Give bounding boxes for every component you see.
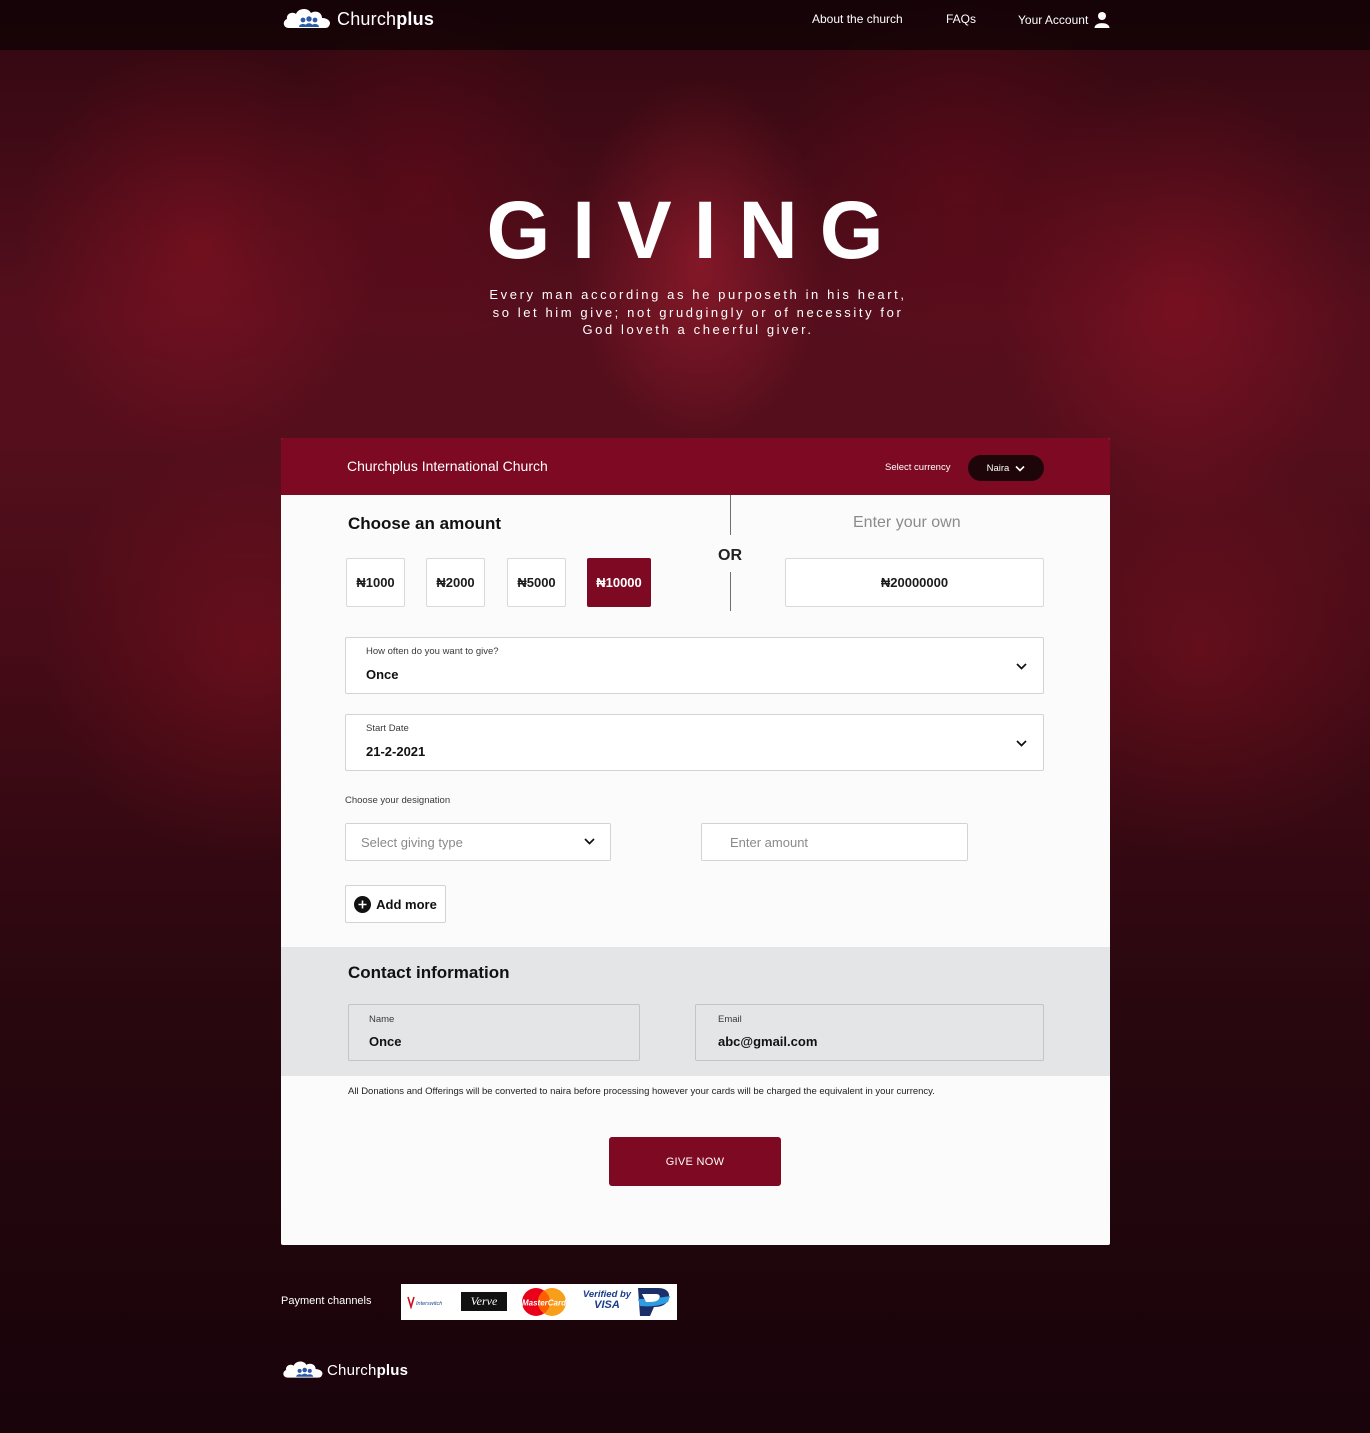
amount-option-2000[interactable]: ₦2000 (426, 558, 485, 607)
amount-placeholder: Enter amount (730, 835, 809, 850)
card-header: Churchplus International Church Select c… (281, 438, 1110, 495)
cloud-people-icon (283, 8, 331, 28)
chevron-down-icon (1016, 663, 1027, 670)
designation-amount-input[interactable]: Enter amount (701, 823, 968, 861)
designation-label: Choose your designation (345, 795, 451, 806)
verve-logo-text: Verve (470, 1294, 498, 1308)
hero-verse: Every man according as he purposeth in h… (470, 286, 926, 339)
frequency-label: How often do you want to give? (366, 646, 499, 657)
svg-text:Interswitch: Interswitch (416, 1301, 442, 1307)
start-date-label: Start Date (366, 723, 409, 734)
name-value: Once (369, 1034, 402, 1049)
currency-conversion-note: All Donations and Offerings will be conv… (348, 1086, 935, 1097)
name-label: Name (369, 1014, 395, 1025)
interswitch-logo: Interswitch (407, 1296, 442, 1309)
churchplus-logo[interactable]: Churchplus (281, 6, 434, 32)
footer-churchplus-logo[interactable]: Churchplus (281, 1359, 408, 1381)
cloud-people-icon (283, 1361, 323, 1378)
frequency-select[interactable]: How often do you want to give? Once (345, 637, 1044, 694)
plus-circle-icon (354, 895, 372, 913)
payment-channels-label: Payment channels (281, 1295, 372, 1307)
contact-heading: Contact information (348, 963, 510, 982)
paypal-logo (638, 1288, 670, 1316)
contact-section: Contact information Name Once Email abc@… (281, 947, 1110, 1076)
verve-logo: Verve (461, 1292, 507, 1311)
nav-your-account[interactable]: Your Account (1018, 11, 1110, 28)
vertical-divider (730, 572, 731, 611)
email-field[interactable]: Email abc@gmail.com (695, 1004, 1044, 1061)
amount-option-5000[interactable]: ₦5000 (507, 558, 566, 607)
give-now-button[interactable]: GIVE NOW (609, 1137, 781, 1186)
nav-faqs[interactable]: FAQs (946, 12, 976, 26)
verified-by-visa-logo: Verified by VISA (582, 1289, 632, 1311)
top-navbar: Churchplus About the church FAQs Your Ac… (0, 0, 1370, 50)
frequency-value: Once (366, 667, 399, 682)
start-date-select[interactable]: Start Date 21-2-2021 (345, 714, 1044, 771)
email-value: abc@gmail.com (718, 1034, 818, 1049)
vertical-divider (730, 495, 731, 535)
name-field[interactable]: Name Once (348, 1004, 640, 1061)
verse-line: Every man according as he purposeth in h… (489, 287, 907, 302)
amount-option-10000[interactable]: ₦10000 (587, 558, 651, 607)
custom-amount-input[interactable]: ₦20000000 (785, 558, 1044, 607)
amount-option-1000[interactable]: ₦1000 (346, 558, 405, 607)
currency-select[interactable]: Naira (968, 455, 1044, 481)
payment-logos: Interswitch Verve MasterCard Verified by… (401, 1284, 677, 1320)
giving-type-placeholder: Select giving type (361, 835, 463, 850)
nav-account-label: Your Account (1018, 12, 1089, 27)
chevron-down-icon (1016, 740, 1027, 747)
nav-about-church[interactable]: About the church (812, 12, 903, 26)
giving-type-select[interactable]: Select giving type (345, 823, 611, 861)
visa-text: VISA (594, 1299, 620, 1311)
or-separator: OR (718, 547, 742, 564)
giving-form-card: Churchplus International Church Select c… (281, 438, 1110, 1245)
verse-line: God loveth a cheerful giver. (582, 322, 814, 337)
add-more-button[interactable]: Add more (345, 885, 446, 923)
chevron-down-icon (584, 838, 595, 845)
chevron-down-icon (1015, 465, 1025, 472)
mastercard-logo: MasterCard (522, 1288, 567, 1316)
add-more-label: Add more (376, 896, 437, 912)
currency-value: Naira (986, 462, 1010, 474)
start-date-value: 21-2-2021 (366, 744, 426, 759)
email-label: Email (718, 1014, 742, 1025)
enter-own-heading: Enter your own (853, 514, 961, 531)
choose-amount-heading: Choose an amount (348, 514, 502, 533)
hero-title: GIVING (486, 185, 906, 276)
church-name: Churchplus International Church (347, 458, 548, 474)
verse-line: so let him give; not grudgingly or of ne… (492, 304, 904, 320)
brand-name: Churchplus (337, 8, 435, 29)
brand-name: Churchplus (327, 1361, 409, 1379)
currency-label: Select currency (885, 462, 951, 473)
svg-text:MasterCard: MasterCard (522, 1299, 567, 1308)
user-icon (1094, 12, 1110, 28)
